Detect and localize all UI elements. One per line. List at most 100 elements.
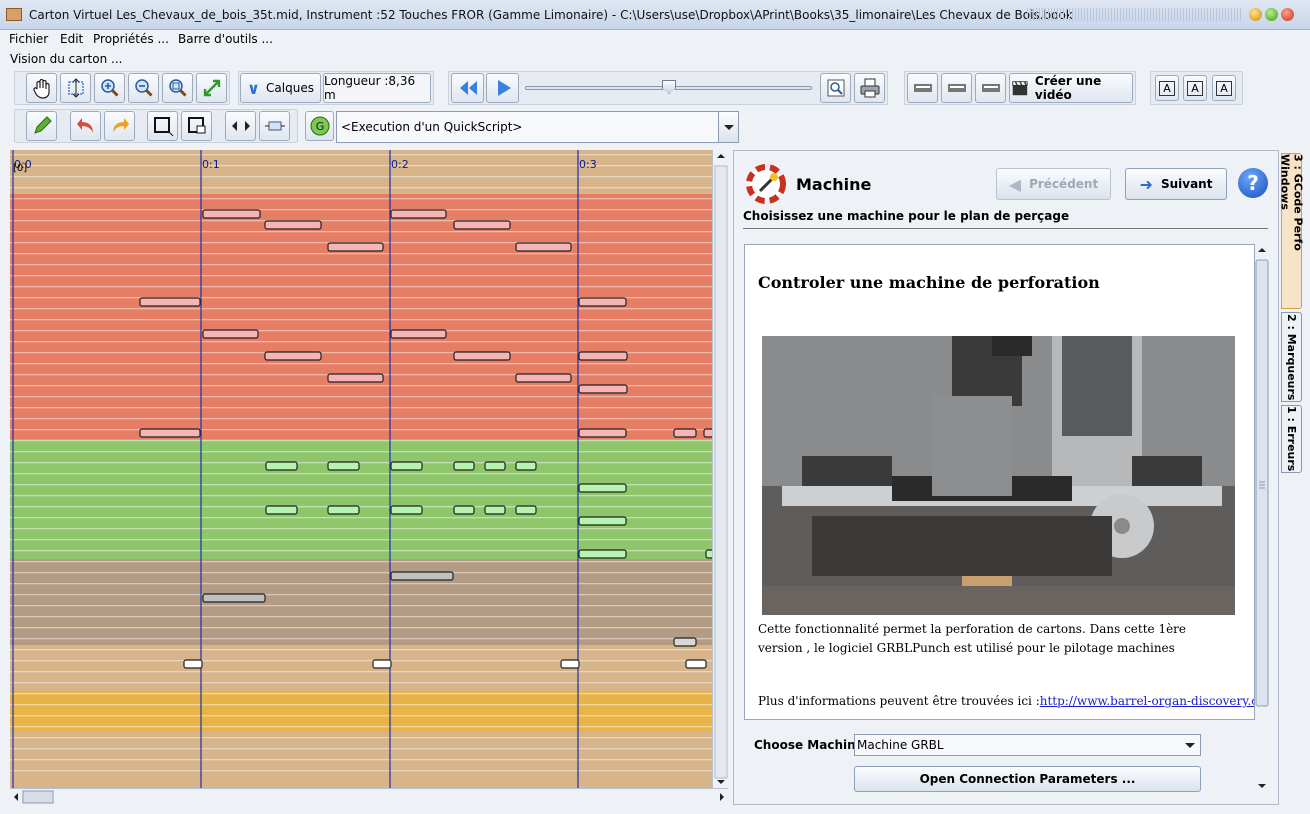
arrow-left-icon: ◀ (1008, 174, 1022, 194)
note-hole (327, 242, 384, 252)
minimize-button[interactable] (1249, 8, 1262, 21)
tab-gcode-perfo[interactable]: 3 : GCode Perfo Windows (1279, 153, 1305, 309)
time-marker-label: 0:2 (391, 158, 409, 171)
rewind-button[interactable] (451, 73, 484, 103)
hand-tool-button[interactable] (26, 73, 57, 103)
vision-label: Vision du carton ... (10, 52, 123, 66)
zoom-out-button[interactable] (128, 73, 159, 103)
window-title: Carton Virtuel Les_Chevaux_de_bois_35t.m… (29, 8, 1073, 22)
print-button[interactable] (854, 73, 885, 103)
carton-vertical-scrollbar[interactable] (712, 150, 728, 788)
doc-link[interactable]: http://www.barrel-organ-discovery.org (1040, 694, 1254, 708)
next-button[interactable]: ➜ Suivant (1125, 168, 1227, 200)
fit-window-button[interactable] (196, 73, 227, 103)
track-line (10, 616, 712, 618)
text-add-icon: A (1187, 80, 1203, 96)
menu-fichier[interactable]: Fichier (9, 32, 48, 46)
track-line (10, 363, 712, 365)
calques-button[interactable]: ∨ Calques (240, 73, 321, 103)
carton-canvas[interactable]: 0:0 0:1 0:2 0:3[0] (10, 150, 712, 788)
rect-delete-button[interactable] (181, 111, 212, 141)
track-line (10, 605, 712, 607)
quickscript-run-button[interactable]: G (305, 111, 334, 141)
move-horizontal-button[interactable] (225, 111, 256, 141)
preview-button[interactable] (820, 73, 851, 103)
quickscript-value: <Execution d'un QuickScript> (341, 120, 523, 134)
text-tool-2-button[interactable]: A (1183, 75, 1207, 101)
create-video-button[interactable]: Créer une vidéo (1009, 73, 1133, 103)
track-line (10, 396, 712, 398)
note-hole (265, 505, 298, 515)
help-icon[interactable]: ? (1238, 168, 1268, 198)
track-line (10, 671, 712, 673)
previous-button[interactable]: ◀ Précédent (996, 168, 1111, 200)
export-3-button[interactable] (975, 73, 1006, 103)
open-connection-params-button[interactable]: Open Connection Parameters ... (854, 766, 1201, 792)
previous-label: Précédent (1029, 177, 1099, 191)
wizard-title: Machine (796, 175, 872, 194)
track-line (10, 770, 712, 772)
redo-icon (112, 118, 129, 133)
scrollbar-arrows (714, 154, 728, 784)
note-hole (578, 297, 627, 307)
card-icon (913, 84, 932, 92)
subtitle-divider (743, 228, 1268, 229)
menu-barre-outils[interactable]: Barre d'outils ... (178, 32, 273, 46)
create-video-label: Créer une vidéo (1034, 74, 1102, 102)
export-1-button[interactable] (907, 73, 938, 103)
export-2-button[interactable] (941, 73, 972, 103)
length-label: Longueur :8,36 m (324, 74, 416, 102)
note-hole (578, 516, 627, 526)
machine-photo (762, 336, 1235, 615)
doc-scrollbar[interactable] (1255, 244, 1269, 792)
track-line (10, 583, 712, 585)
track-line (10, 539, 712, 541)
zoom-out-icon (134, 79, 153, 97)
note-hole (578, 483, 627, 493)
note-hole (453, 461, 475, 471)
tab-erreurs[interactable]: 1 : Erreurs (1281, 405, 1302, 473)
redo-button[interactable] (104, 111, 135, 141)
note-hole (327, 505, 360, 515)
text-tool-1-button[interactable]: A (1155, 75, 1179, 101)
note-hole (183, 659, 203, 669)
resize-button[interactable] (259, 111, 290, 141)
h-scrollbar-arrows (14, 790, 724, 804)
note-hole (515, 505, 537, 515)
play-button[interactable] (486, 73, 519, 103)
svg-text:G: G (315, 120, 324, 133)
tab-marqueurs[interactable]: 2 : Marqueurs (1281, 312, 1302, 402)
track-line (10, 737, 712, 739)
zoom-fit-button[interactable] (162, 73, 193, 103)
pencil-button[interactable] (26, 111, 57, 141)
note-hole (327, 373, 384, 383)
rect-select-button[interactable] (147, 111, 178, 141)
track-line (10, 220, 712, 222)
chevron-down-icon[interactable] (718, 112, 738, 142)
note-hole (578, 351, 628, 361)
undo-button[interactable] (70, 111, 101, 141)
note-hole (264, 351, 322, 361)
track-line (10, 286, 712, 288)
zoom-in-button[interactable] (94, 73, 125, 103)
text-tool-3-button[interactable]: A (1212, 75, 1236, 101)
zoom-fit-icon (168, 79, 187, 97)
track-line (10, 165, 712, 167)
menu-edit[interactable]: Edit (60, 32, 83, 46)
carton-horizontal-scrollbar[interactable] (10, 788, 728, 804)
carton-view[interactable]: 0:0 0:1 0:2 0:3 [0] (10, 150, 712, 788)
track-line (10, 319, 712, 321)
note-hole (453, 351, 511, 361)
select-tool-button[interactable] (60, 73, 91, 103)
close-button[interactable] (1281, 8, 1294, 21)
machine-combo[interactable]: Machine GRBL (854, 734, 1201, 756)
note-hole (202, 593, 266, 603)
track-line (10, 649, 712, 651)
title-grip (1027, 8, 1242, 21)
maximize-button[interactable] (1265, 8, 1278, 21)
menu-proprietes[interactable]: Propriétés ... (93, 32, 169, 46)
note-hole (578, 384, 628, 394)
quickscript-combo[interactable]: <Execution d'un QuickScript> (336, 111, 739, 143)
note-hole (515, 373, 572, 383)
note-hole (202, 209, 261, 219)
